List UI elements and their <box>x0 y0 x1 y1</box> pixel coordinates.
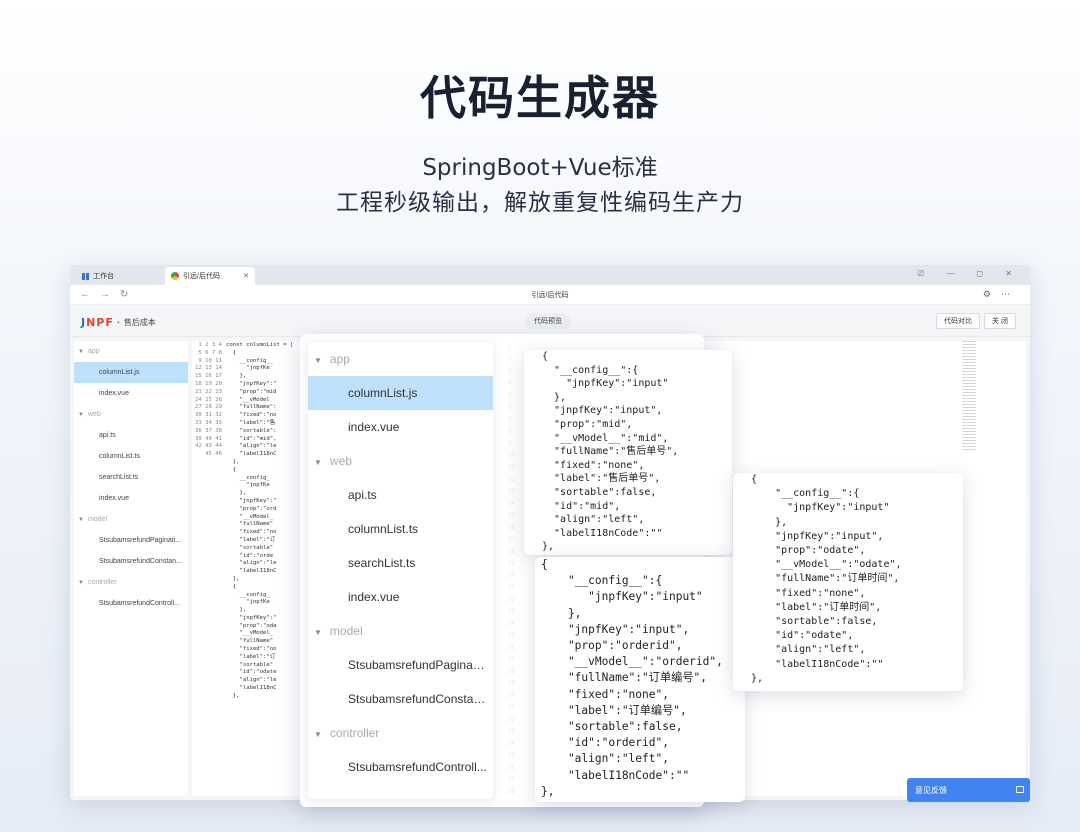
tab-label: 工作台 <box>93 273 114 280</box>
tree-item-label: searchList.ts <box>99 474 139 481</box>
tree-file[interactable]: StsubamsrefundControll... <box>74 593 188 614</box>
tree-item-label: web <box>87 411 101 418</box>
tree-item-label: columnList.js <box>99 369 140 376</box>
tree-file[interactable]: StsubamsrefundControll... <box>308 750 493 784</box>
tree-file[interactable]: columnList.js <box>308 376 493 410</box>
chevron-down-icon: ▼ <box>314 458 322 467</box>
tab-code-generator[interactable]: 引远/后代码 ✕ <box>165 267 255 285</box>
tree-item-label: controller <box>329 726 380 740</box>
tab-label: 引远/后代码 <box>183 273 220 280</box>
tree-folder[interactable]: ▼ app <box>74 341 188 362</box>
tree-file[interactable]: searchList.ts <box>74 467 188 488</box>
chevron-down-icon: ▼ <box>78 349 84 355</box>
tree-folder[interactable]: ▼ web <box>308 444 493 478</box>
tree-item-label: StsubamsrefundControll... <box>348 760 487 774</box>
tree-file[interactable]: columnList.ts <box>74 446 188 467</box>
chrome-icon <box>171 272 179 280</box>
chevron-down-icon: ▼ <box>314 628 322 637</box>
tree-item-label: columnList.ts <box>348 522 419 536</box>
line-numbers: 1 2 3 4 5 6 7 8 9 10 11 12 13 14 15 16 1… <box>195 342 222 458</box>
tree-item-label: model <box>329 624 363 638</box>
tree-item-label: web <box>329 454 352 468</box>
chevron-down-icon: ▼ <box>78 580 84 586</box>
tree-item-label: columnList.js <box>348 386 418 400</box>
tree-file[interactable]: columnList.js <box>74 362 188 383</box>
tree-item-label: controller <box>87 579 117 586</box>
hero-title: 代码生成器 <box>420 71 660 125</box>
app-header: JNPF • 售后成本 代码预览 代码对比 关 闭 <box>70 305 1030 337</box>
json-snippet-1: { "__config__":{ "jnpfKey":"input" }, "j… <box>524 350 732 555</box>
tree-item-label: columnList.ts <box>99 453 140 460</box>
tree-item-label: app <box>329 352 350 366</box>
address-bar: ←→↻ 引远/后代码 ⚙⋯ <box>70 285 1030 305</box>
chevron-down-icon: ▼ <box>78 517 84 523</box>
tree-file[interactable]: StsubamsrefundPaginati... <box>308 648 493 682</box>
tree-item-label: StsubamsrefundPaginati... <box>348 658 489 672</box>
chevron-down-icon: ▼ <box>314 730 322 739</box>
tree-file[interactable]: StsubamsrefundConstan... <box>308 682 493 716</box>
tree-item-label: searchList.ts <box>348 556 416 570</box>
tree-item-label: api.ts <box>348 488 377 502</box>
code-preview-tab[interactable]: 代码预览 <box>525 313 571 329</box>
tree-file[interactable]: api.ts <box>308 478 493 512</box>
address-title: 引远/后代码 <box>531 292 569 299</box>
tree-item-label: StsubamsrefundConstan... <box>99 558 182 565</box>
chevron-down-icon: ▼ <box>78 412 84 418</box>
feedback-label: 意见反馈 <box>915 785 947 795</box>
logo: JNPF <box>81 316 114 329</box>
tab-workbench[interactable]: 工作台 <box>76 267 166 285</box>
tree-item-label: StsubamsrefundConstan... <box>348 692 491 706</box>
tree-item-label: index.vue <box>348 420 400 434</box>
window-controls[interactable]: ⎚ — ◻ ✕ <box>918 269 1022 279</box>
tree-item-label: index.vue <box>99 390 129 397</box>
tree-file[interactable]: index.vue <box>308 410 493 444</box>
json-snippet-3: { "__config__":{ "jnpfKey":"input" }, "j… <box>733 473 963 691</box>
json-snippet-2: { "__config__":{ "jnpfKey":"input" }, "j… <box>535 557 745 802</box>
tree-file[interactable]: columnList.ts <box>308 512 493 546</box>
close-tab-icon[interactable]: ✕ <box>243 272 249 280</box>
tree-item-label: index.vue <box>348 590 400 604</box>
file-tree: ▼ app columnList.js index.vue ▼ web api.ts colu… <box>74 341 188 796</box>
breadcrumb: • 售后成本 <box>117 318 156 327</box>
hero-subtitle-2: 工程秒级输出，解放重复性编码生产力 <box>336 190 744 216</box>
tree-item-label: app <box>87 348 100 355</box>
browser-menu[interactable]: ⚙⋯ <box>983 289 1020 300</box>
tree-item-label: api.ts <box>99 432 116 439</box>
close-button[interactable]: 关 闭 <box>984 313 1016 329</box>
file-tree-zoomed: ▼ app columnList.js index.vue ▼ web api.ts colu… <box>308 342 493 799</box>
tree-file[interactable]: index.vue <box>74 383 188 404</box>
tree-file[interactable]: searchList.ts <box>308 546 493 580</box>
tree-item-label: model <box>87 516 108 523</box>
tree-folder[interactable]: ▼ model <box>74 509 188 530</box>
hero-subtitle-1: SpringBoot+Vue标准 <box>422 155 658 181</box>
tree-folder[interactable]: ▼ model <box>308 614 493 648</box>
feedback-button[interactable]: 意见反馈 <box>907 778 1030 802</box>
code-text[interactable]: const columnList = [ { __config__ "jnpfK… <box>226 341 293 701</box>
tree-folder[interactable]: ▼ app <box>308 342 493 376</box>
tree-file[interactable]: StsubamsrefundPaginati... <box>74 530 188 551</box>
chevron-down-icon: ▼ <box>314 356 322 365</box>
tree-file[interactable]: index.vue <box>308 580 493 614</box>
tree-item-label: index.vue <box>99 495 129 502</box>
settings-icon[interactable]: ⚙ <box>983 289 1001 299</box>
more-icon[interactable]: ⋯ <box>1001 289 1020 299</box>
grid-icon <box>82 272 89 280</box>
tree-folder[interactable]: ▼ web <box>74 404 188 425</box>
tree-item-label: StsubamsrefundControll... <box>99 600 180 607</box>
tree-file[interactable]: api.ts <box>74 425 188 446</box>
tree-folder[interactable]: ▼ controller <box>74 572 188 593</box>
tree-file[interactable]: index.vue <box>74 488 188 509</box>
tree-file[interactable]: StsubamsrefundConstan... <box>74 551 188 572</box>
chat-icon <box>1016 786 1024 793</box>
code-compare-button[interactable]: 代码对比 <box>936 313 980 329</box>
minimap[interactable] <box>962 341 976 451</box>
tree-item-label: StsubamsrefundPaginati... <box>99 537 182 544</box>
tree-folder[interactable]: ▼ controller <box>308 716 493 750</box>
tab-bar: 工作台 引远/后代码 ✕ ⎚ — ◻ ✕ <box>70 265 1030 285</box>
